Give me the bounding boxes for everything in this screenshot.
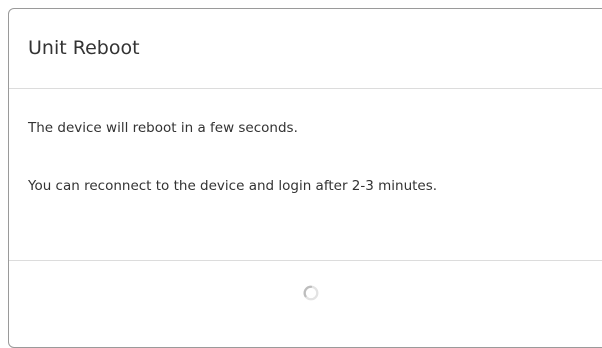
reconnect-message: You can reconnect to the device and logi… [28,178,438,194]
reboot-dialog: Unit Reboot The device will reboot in a … [8,8,602,348]
reboot-message: The device will reboot in a few seconds. [28,120,298,136]
loading-spinner-icon [303,285,319,301]
dialog-body: The device will reboot in a few seconds.… [9,89,602,261]
dialog-title: Unit Reboot [28,37,140,59]
dialog-footer [9,261,602,341]
dialog-header: Unit Reboot [9,9,602,89]
